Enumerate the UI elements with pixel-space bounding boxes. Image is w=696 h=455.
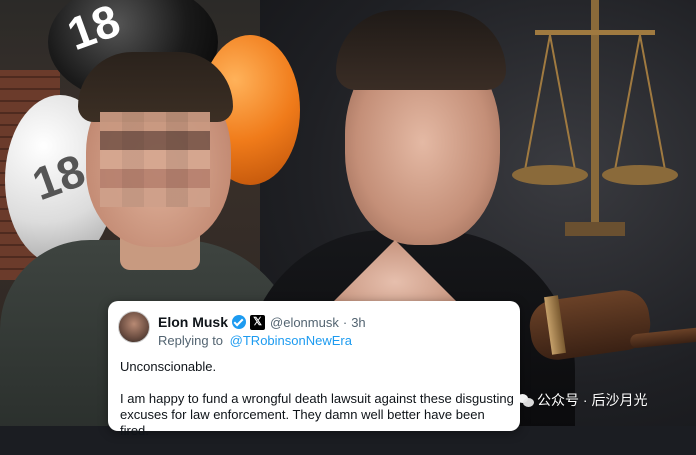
- display-name[interactable]: Elon Musk: [158, 314, 228, 330]
- tweet-text: Unconscionable. I am happy to fund a wro…: [120, 359, 515, 455]
- right-person-hair: [336, 10, 506, 90]
- avatar[interactable]: [118, 311, 150, 343]
- user-handle[interactable]: @elonmusk: [270, 315, 339, 330]
- tweet-paragraph: Unconscionable.: [120, 359, 217, 374]
- replying-prefix: Replying to: [158, 333, 224, 348]
- watermark-text: 公众号 · 后沙月光: [537, 392, 648, 408]
- balloon-number: 18: [25, 143, 92, 211]
- scales-of-justice-icon: [512, 0, 678, 236]
- replying-to: Replying to @TRobinsonNewEra: [158, 333, 352, 348]
- pixelated-face: [100, 112, 210, 207]
- replying-handle[interactable]: @TRobinsonNewEra: [230, 333, 352, 348]
- x-icon: 𝕏: [250, 314, 266, 330]
- balloon-number: 18: [60, 0, 127, 61]
- tweet-header: Elon Musk 𝕏 @elonmusk · 3h: [158, 313, 366, 331]
- separator: ·: [342, 314, 348, 330]
- verified-icon: [232, 315, 247, 329]
- watermark: 公众号 · 后沙月光: [517, 392, 647, 408]
- wechat-icon: [517, 393, 535, 407]
- tweet-paragraph: I am happy to fund a wrongful death laws…: [120, 391, 514, 438]
- tweet-card: Elon Musk 𝕏 @elonmusk · 3h Replying to @…: [108, 301, 520, 438]
- timestamp[interactable]: 3h: [351, 315, 365, 330]
